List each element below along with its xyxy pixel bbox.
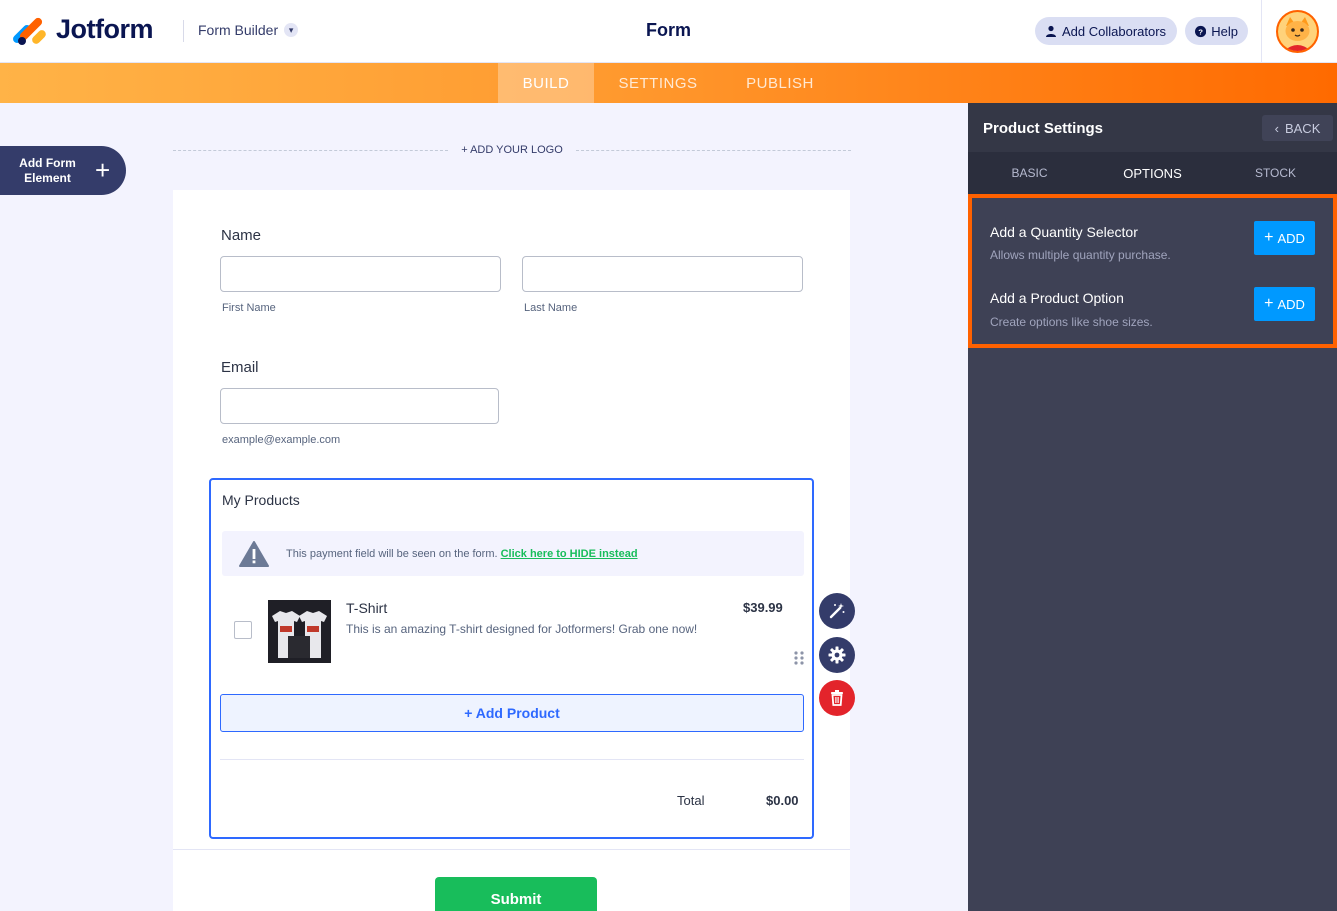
delete-field-button[interactable]	[819, 680, 855, 716]
notice-message: This payment field will be seen on the f…	[286, 547, 498, 560]
payment-notice: This payment field will be seen on the f…	[222, 531, 804, 576]
product-name: T-Shirt	[346, 600, 388, 616]
email-input[interactable]	[220, 388, 499, 424]
main-tab-bar: BUILD SETTINGS PUBLISH	[0, 63, 1337, 103]
last-name-sublabel: Last Name	[524, 302, 578, 314]
plus-icon: +	[1264, 295, 1274, 312]
tab-publish[interactable]: PUBLISH	[728, 63, 832, 103]
product-checkbox[interactable]	[234, 621, 252, 639]
header-divider	[183, 20, 184, 42]
field-settings-button[interactable]	[819, 637, 855, 673]
quantity-selector-title: Add a Quantity Selector	[990, 224, 1138, 240]
user-icon	[1046, 25, 1056, 37]
add-form-element-button[interactable]: Add Form Element +	[0, 146, 126, 195]
form-footer-divider	[173, 849, 850, 850]
quantity-selector-desc: Allows multiple quantity purchase.	[990, 248, 1171, 262]
product-price: $39.99	[743, 600, 783, 615]
add-product-option-button[interactable]: + ADD	[1254, 287, 1315, 321]
plus-icon: +	[1264, 229, 1274, 246]
panel-title: Product Settings	[983, 120, 1104, 137]
hide-payment-link[interactable]: Click here to HIDE instead	[501, 548, 638, 560]
total-value: $0.00	[766, 793, 799, 808]
notice-text: This payment field will be seen on the f…	[286, 548, 638, 560]
add-form-element-label: Add Form Element	[19, 155, 76, 185]
avatar-divider	[1261, 0, 1262, 63]
chevron-left-icon: ‹	[1274, 120, 1279, 136]
product-option-desc: Create options like shoe sizes.	[990, 315, 1153, 329]
last-name-input[interactable]	[522, 256, 803, 292]
first-name-input[interactable]	[220, 256, 501, 292]
tab-basic[interactable]: BASIC	[968, 152, 1091, 194]
total-label: Total	[677, 793, 705, 808]
logo-divider-left	[173, 150, 448, 151]
magic-wand-icon	[829, 603, 845, 619]
tab-settings[interactable]: SETTINGS	[602, 63, 714, 103]
cat-avatar-icon	[1278, 12, 1317, 51]
top-bar: Jotform Form Builder ▾ Form Add Collabor…	[0, 0, 1337, 63]
form-builder-label: Form Builder	[198, 22, 279, 38]
products-field-label: My Products	[222, 492, 300, 508]
product-description: This is an amazing T-shirt designed for …	[346, 622, 698, 636]
add-collaborators-label: Add Collaborators	[1062, 23, 1167, 39]
product-option-title: Add a Product Option	[990, 290, 1124, 306]
user-avatar[interactable]	[1276, 10, 1319, 53]
logo-divider-right	[576, 150, 851, 151]
add-label: ADD	[1277, 296, 1305, 312]
drag-handle-icon[interactable]	[794, 651, 804, 665]
jotform-logo[interactable]: Jotform	[11, 14, 154, 45]
panel-header: Product Settings ‹ BACK	[968, 103, 1337, 152]
products-field[interactable]: My Products This payment field will be s…	[209, 478, 814, 839]
add-collaborators-button[interactable]: Add Collaborators	[1035, 17, 1177, 45]
warning-icon	[239, 540, 269, 567]
tshirt-image	[268, 600, 331, 663]
submit-button[interactable]: Submit	[435, 877, 597, 911]
help-button[interactable]: ? Help	[1185, 17, 1248, 45]
email-field-label[interactable]: Email	[221, 359, 259, 376]
panel-tabs: BASIC OPTIONS STOCK	[968, 152, 1337, 194]
chevron-down-icon: ▾	[284, 23, 299, 37]
trash-icon	[831, 690, 843, 706]
email-sublabel: example@example.com	[222, 434, 341, 446]
gear-icon	[828, 646, 846, 664]
magic-wand-button[interactable]	[819, 593, 855, 629]
name-field-label[interactable]: Name	[221, 227, 261, 244]
options-highlight: Add a Quantity Selector Allows multiple …	[968, 194, 1337, 348]
jotform-logo-icon	[11, 15, 48, 45]
form-builder-dropdown[interactable]: Form Builder ▾	[198, 22, 299, 38]
plus-icon: +	[95, 155, 111, 185]
add-label: ADD	[1277, 230, 1305, 246]
add-product-button[interactable]: + Add Product	[220, 694, 804, 732]
tab-options[interactable]: OPTIONS	[1091, 152, 1214, 194]
help-label: Help	[1211, 23, 1238, 39]
brand-name: Jotform	[56, 14, 154, 44]
question-icon: ?	[1195, 25, 1207, 37]
products-divider	[220, 759, 804, 760]
add-logo-button[interactable]: + ADD YOUR LOGO	[448, 144, 576, 156]
product-image[interactable]	[268, 600, 331, 663]
tab-stock[interactable]: STOCK	[1214, 152, 1337, 194]
tab-build[interactable]: BUILD	[498, 63, 594, 103]
product-settings-panel: Product Settings ‹ BACK BASIC OPTIONS ST…	[968, 103, 1337, 911]
back-label: BACK	[1284, 120, 1321, 136]
add-quantity-selector-button[interactable]: + ADD	[1254, 221, 1315, 255]
first-name-sublabel: First Name	[222, 302, 276, 314]
back-button[interactable]: ‹ BACK	[1262, 115, 1333, 141]
svg-text:?: ?	[1198, 27, 1203, 36]
